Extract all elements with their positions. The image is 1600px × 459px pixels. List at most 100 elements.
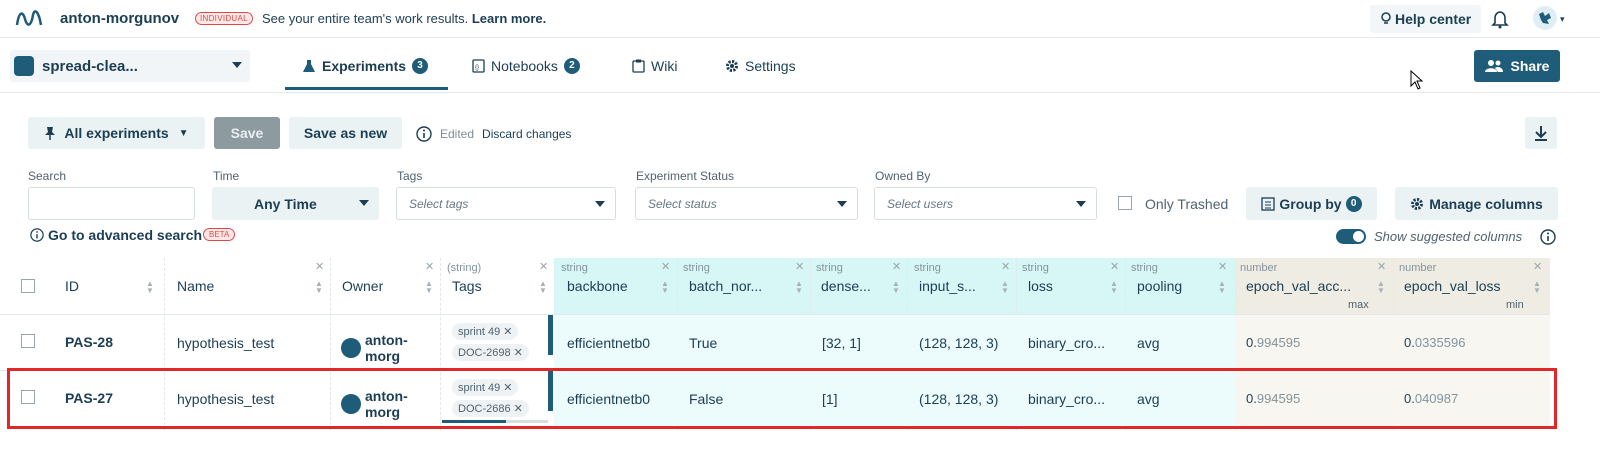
remove-column-icon[interactable]: ✕ [315, 260, 324, 273]
value-frac: 994595 [1256, 335, 1301, 350]
advanced-search-link[interactable]: Go to advanced search [30, 227, 202, 243]
tag-pill[interactable]: sprint 49 ✕ [452, 323, 519, 340]
column-header-backbone[interactable]: backbone [567, 278, 628, 294]
tab-settings-label: Settings [745, 58, 796, 74]
project-selector[interactable]: spread-clea... [10, 50, 250, 82]
column-type-label: string [683, 262, 710, 274]
tab-notebooks[interactable]: {} Notebooks 2 [472, 58, 580, 74]
chevron-down-icon [232, 62, 242, 68]
sort-icon[interactable]: ▲ ▼ [1001, 280, 1009, 295]
column-header-epoch-val-acc[interactable]: epoch_val_acc... [1246, 278, 1351, 294]
sort-icon[interactable]: ▲ ▼ [661, 280, 669, 295]
value-int: 0. [1246, 335, 1257, 350]
owner-cell: anton-morg [341, 332, 440, 364]
promo-message: See your entire team's work results. Lea… [262, 11, 546, 26]
help-center-button[interactable]: Help center [1370, 5, 1482, 33]
plan-badge: INDIVIDUAL [195, 12, 253, 25]
sort-icon[interactable]: ▲ ▼ [539, 280, 547, 295]
column-header-dense[interactable]: dense... [821, 278, 871, 294]
remove-column-icon[interactable]: ✕ [1218, 260, 1227, 273]
remove-column-icon[interactable]: ✕ [1533, 260, 1542, 273]
owner-placeholder: Select users [887, 196, 954, 211]
lightbulb-icon [1381, 12, 1391, 24]
owner-select[interactable]: Select users [874, 187, 1097, 220]
row-checkbox[interactable] [21, 334, 35, 348]
group-by-count-badge: 0 [1345, 195, 1362, 212]
sort-icon[interactable]: ▲ ▼ [795, 280, 803, 295]
epoch-val-loss-value: 0. 0335596 [1404, 335, 1465, 350]
time-select[interactable]: Any Time [212, 187, 379, 220]
batch-norm-value: True [689, 335, 718, 351]
manage-columns-button[interactable]: Manage columns [1395, 187, 1558, 220]
column-header-epoch-val-loss[interactable]: epoch_val_loss [1404, 278, 1501, 294]
sort-icon[interactable]: ▲ ▼ [315, 280, 323, 295]
value-frac: 0335596 [1414, 335, 1466, 350]
share-button[interactable]: Share [1474, 50, 1560, 82]
column-header-name[interactable]: Name [177, 278, 214, 294]
remove-column-icon[interactable]: ✕ [892, 260, 901, 273]
neptune-logo-icon[interactable] [14, 7, 44, 31]
sort-icon[interactable]: ▲ ▼ [146, 280, 154, 295]
sort-icon[interactable]: ▲ ▼ [1218, 280, 1226, 295]
save-as-new-button[interactable]: Save as new [289, 117, 402, 149]
learn-more-link[interactable]: Learn more. [472, 11, 546, 26]
status-select[interactable]: Select status [635, 187, 858, 220]
group-by-button[interactable]: Group by 0 [1246, 187, 1377, 220]
sort-icon[interactable]: ▲ ▼ [425, 280, 433, 295]
remove-column-icon[interactable]: ✕ [539, 260, 548, 273]
column-header-loss[interactable]: loss [1028, 278, 1053, 294]
user-avatar[interactable] [1533, 6, 1557, 30]
column-header-tags[interactable]: Tags [452, 278, 482, 294]
experiment-id-link[interactable]: PAS-28 [65, 334, 113, 350]
info-icon[interactable] [1540, 229, 1556, 245]
info-icon[interactable] [416, 126, 432, 142]
mouse-cursor-icon [1410, 70, 1424, 90]
column-type-label: number [1399, 262, 1437, 274]
tags-select[interactable]: Select tags [396, 187, 616, 220]
remove-column-icon[interactable]: ✕ [1110, 260, 1119, 273]
remove-column-icon[interactable]: ✕ [1377, 260, 1386, 273]
sort-icon[interactable]: ▲ ▼ [1377, 280, 1385, 295]
column-type-label: string [914, 262, 941, 274]
only-trashed-checkbox[interactable] [1118, 196, 1132, 210]
discard-changes-link[interactable]: Discard changes [482, 127, 571, 141]
account-menu-caret-icon[interactable]: ▾ [1560, 14, 1565, 25]
pin-icon [45, 127, 56, 140]
remove-column-icon[interactable]: ✕ [1001, 260, 1010, 273]
column-header-id[interactable]: ID [65, 278, 79, 294]
dense-value: [32, 1] [822, 335, 861, 351]
tab-settings[interactable]: Settings [725, 58, 796, 74]
select-all-checkbox[interactable] [21, 279, 35, 293]
owner-name: anton-morg [365, 332, 408, 364]
tab-experiments[interactable]: Experiments 3 [302, 58, 429, 74]
column-header-input-shape[interactable]: input_s... [919, 278, 976, 294]
tag-pill[interactable]: DOC-2698 ✕ [452, 344, 529, 361]
value-int: 0. [1404, 335, 1415, 350]
column-header-owner[interactable]: Owner [342, 278, 383, 294]
sort-icon[interactable]: ▲ ▼ [892, 280, 900, 295]
remove-column-icon[interactable]: ✕ [425, 260, 434, 273]
notifications-bell-icon[interactable] [1490, 9, 1510, 29]
sort-icon[interactable]: ▲ ▼ [1533, 280, 1541, 295]
download-button[interactable] [1525, 117, 1557, 149]
chevron-down-icon [837, 201, 847, 207]
column-header-batch-norm[interactable]: batch_nor... [689, 278, 762, 294]
save-button[interactable]: Save [214, 117, 280, 149]
sort-icon[interactable]: ▲ ▼ [1110, 280, 1118, 295]
remove-column-icon[interactable]: ✕ [661, 260, 670, 273]
view-selector-button[interactable]: All experiments ▼ [28, 117, 205, 149]
project-color-icon [14, 56, 34, 76]
promo-text: See your entire team's work results. [262, 11, 469, 26]
help-center-label: Help center [1395, 11, 1472, 27]
tab-wiki[interactable]: Wiki [632, 58, 677, 74]
show-suggested-columns-toggle[interactable] [1336, 229, 1366, 244]
column-header-pooling[interactable]: pooling [1137, 278, 1182, 294]
column-type-label: number [1240, 262, 1278, 274]
search-input[interactable] [28, 187, 195, 220]
tags-cell: sprint 49 ✕ DOC-2698 ✕ [452, 322, 547, 364]
project-name: spread-clea... [42, 57, 138, 75]
tags-placeholder: Select tags [409, 196, 469, 211]
workspace-username[interactable]: anton-morgunov [60, 10, 179, 27]
time-value: Any Time [254, 195, 317, 212]
remove-column-icon[interactable]: ✕ [795, 260, 804, 273]
